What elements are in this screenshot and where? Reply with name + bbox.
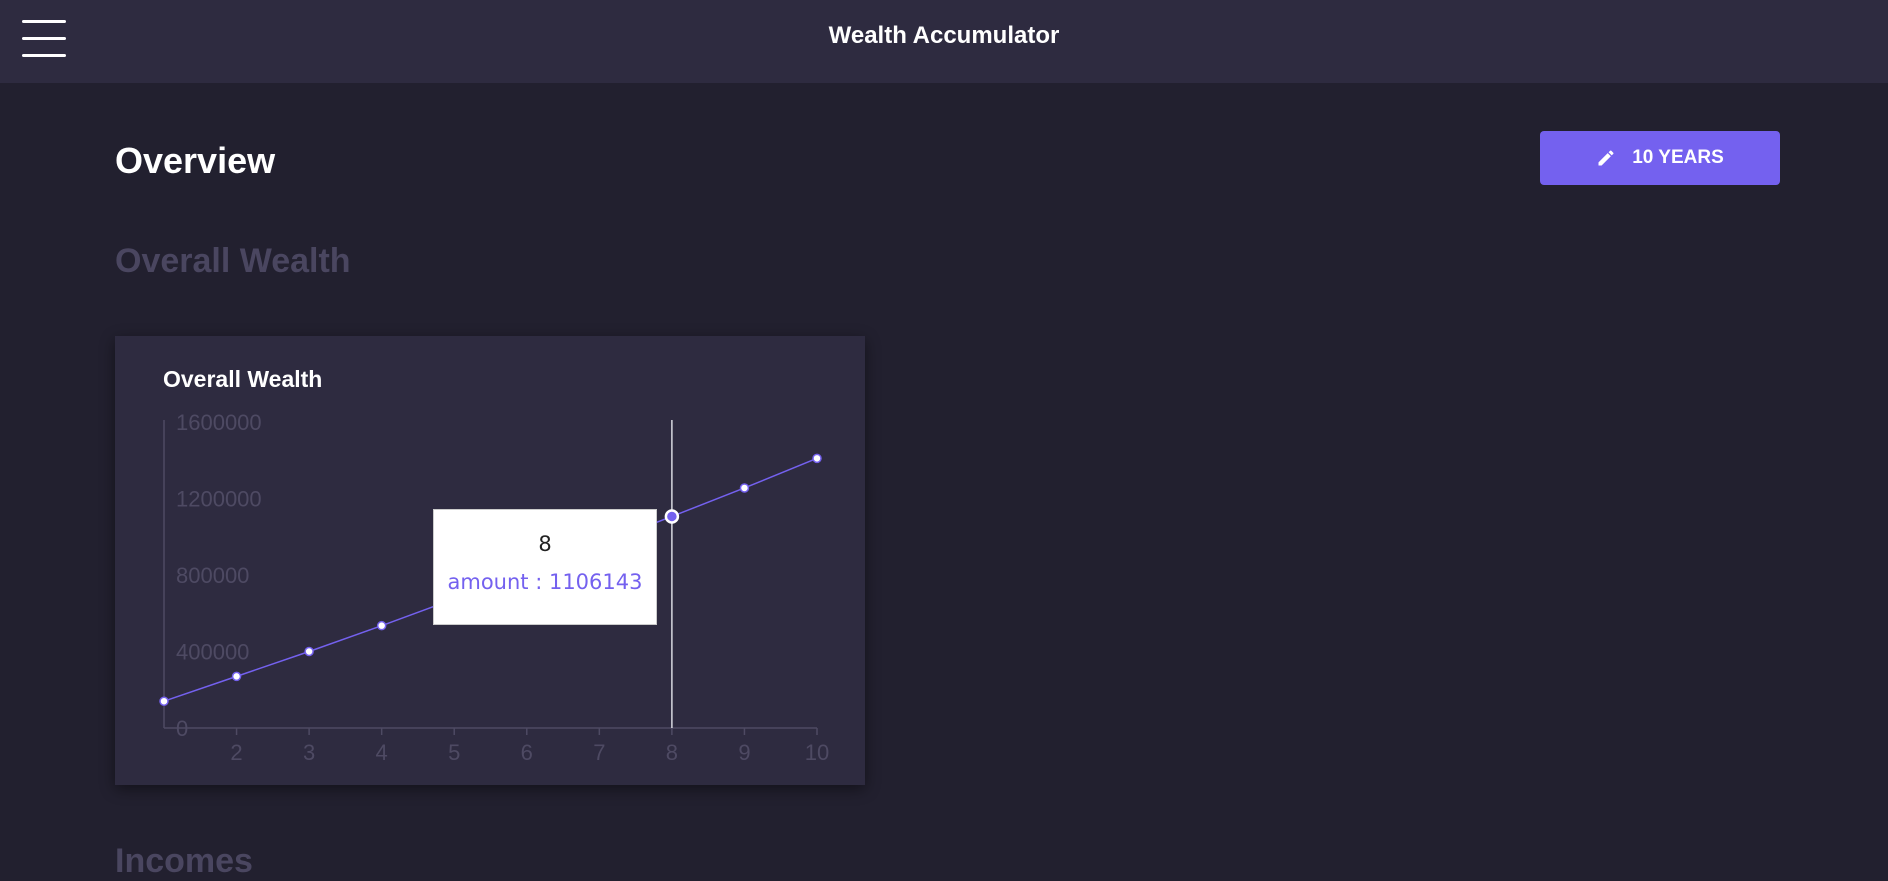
y-tick-label: 400000	[176, 640, 249, 665]
x-tick-label: 4	[376, 740, 388, 765]
overall-wealth-chart-card: Overall Wealth 0 400000 800000 1200000 16000…	[115, 336, 865, 785]
data-point	[739, 483, 750, 493]
years-button-label: 10 YEARS	[1632, 147, 1724, 168]
active-data-point	[664, 509, 680, 524]
data-point	[159, 696, 169, 706]
x-tick-label: 7	[593, 740, 605, 765]
y-tick-label: 800000	[176, 563, 249, 588]
data-point	[376, 620, 387, 631]
section-title-incomes: Incomes	[115, 842, 253, 880]
x-tick-label: 10	[805, 740, 829, 765]
top-app-bar: Wealth Accumulator	[0, 0, 1888, 83]
chart-tooltip: 8 amount : 1106143	[433, 509, 657, 625]
tooltip-x-label: 8	[538, 532, 552, 556]
pencil-icon	[1598, 150, 1614, 166]
x-tick-label: 5	[448, 740, 460, 765]
y-tick-label: 0	[176, 716, 188, 741]
x-tick-label: 3	[303, 740, 315, 765]
x-tick-label: 6	[521, 740, 533, 765]
years-button[interactable]: 10 YEARS	[1540, 131, 1780, 185]
data-point	[304, 646, 314, 657]
y-tick-label: 1200000	[176, 487, 262, 512]
data-point	[812, 453, 822, 464]
y-tick-label: 1600000	[176, 410, 262, 435]
tooltip-value: amount : 1106143	[447, 570, 643, 594]
app-title: Wealth Accumulator	[828, 22, 1060, 49]
x-tick-label: 2	[230, 740, 242, 765]
section-title-overall-wealth: Overall Wealth	[115, 242, 351, 280]
x-tick-label: 9	[738, 740, 750, 765]
x-tick-label: 8	[666, 740, 678, 765]
data-point	[231, 671, 242, 682]
page-title: Overview	[115, 140, 276, 181]
